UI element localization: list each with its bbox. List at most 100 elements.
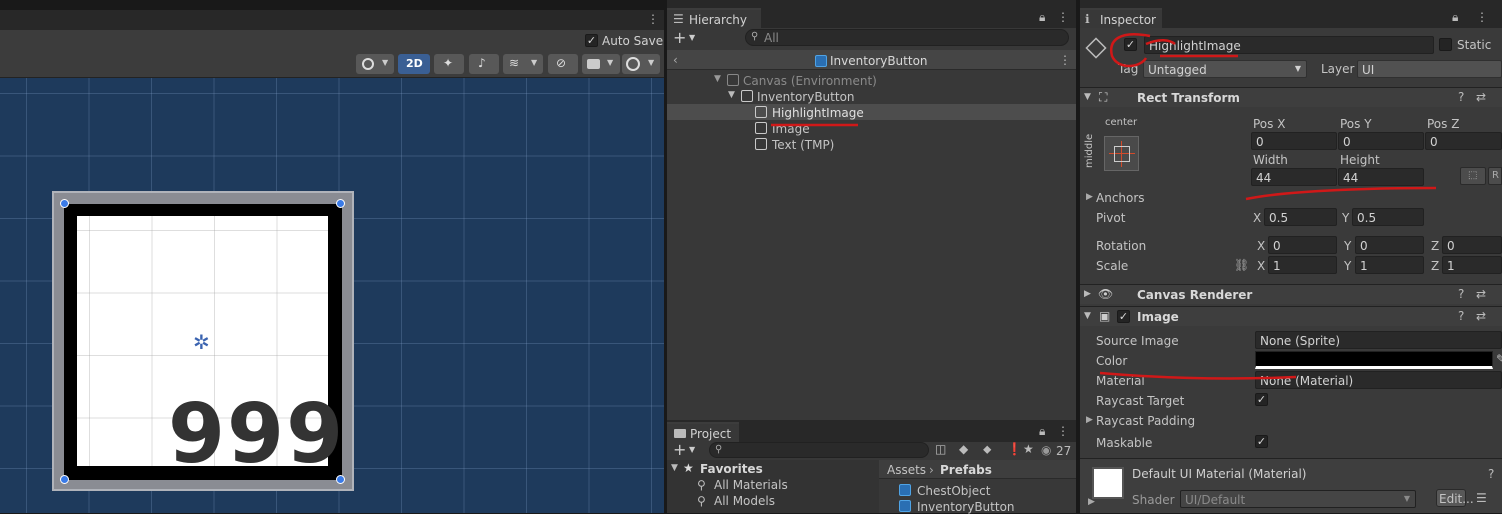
2d-toggle-button[interactable]: 2D [398, 54, 430, 74]
pos-z-field[interactable]: 0 [1425, 132, 1502, 150]
expand-arrow-icon[interactable]: ▶ [1086, 193, 1093, 202]
hierarchy-search-input[interactable]: ⚲ All [745, 29, 1069, 46]
source-image-field[interactable]: None (Sprite) [1255, 331, 1502, 349]
lock-icon[interactable]: 🔒︎ [1039, 425, 1045, 437]
constrain-proportions-icon[interactable]: ⛓ [1234, 259, 1249, 271]
color-swatch[interactable] [1255, 351, 1493, 369]
material-field[interactable]: None (Material) [1255, 371, 1502, 389]
tab-project[interactable]: Project [667, 422, 739, 442]
chevron-down-icon[interactable]: ▼ [689, 446, 695, 454]
camera-button[interactable]: ▼ [582, 54, 620, 74]
star-icon[interactable]: ★ [1023, 443, 1034, 455]
search-by-type-icon[interactable]: ◫ [935, 443, 946, 455]
tree-item-text-tmp[interactable]: Text (TMP) [667, 136, 1076, 152]
shader-dropdown[interactable]: UI/Default ▼ [1180, 490, 1416, 508]
layer-dropdown[interactable]: UI [1357, 60, 1502, 78]
list-icon[interactable]: ☰ [1476, 492, 1487, 504]
preset-icon[interactable]: ⇄ [1476, 288, 1486, 300]
audio-toggle-button[interactable]: ♪ [469, 54, 499, 74]
tree-item-inventorybutton[interactable]: ▼ InventoryButton [667, 88, 1076, 104]
lock-icon[interactable]: 🔒︎ [1452, 11, 1458, 23]
more-icon[interactable]: ⋮ [1057, 425, 1069, 437]
lock-icon[interactable]: 🔒︎ [1039, 11, 1045, 23]
rect-handle-bottom-left[interactable] [60, 475, 69, 484]
eyedropper-icon[interactable]: ✎ [1496, 353, 1502, 365]
add-icon[interactable]: + [673, 30, 686, 46]
blueprint-mode-button[interactable]: ⬚ [1460, 167, 1486, 185]
rect-handle-top-right[interactable] [336, 199, 345, 208]
scale-z-field[interactable]: 1 [1442, 256, 1502, 274]
width-field[interactable]: 44 [1251, 168, 1337, 186]
tag-dropdown[interactable]: Untagged ▼ [1143, 60, 1307, 78]
favorite-item[interactable]: All Models [714, 495, 775, 507]
back-arrow-icon[interactable]: ‹ [673, 54, 678, 66]
search-by-label-icon[interactable]: ◆ [959, 443, 968, 455]
breadcrumb-assets[interactable]: Assets [887, 464, 926, 476]
tree-item-canvas[interactable]: ▼ Canvas (Environment) [667, 72, 1076, 88]
breadcrumb-prefabs[interactable]: Prefabs [940, 464, 992, 476]
scene-visibility-button[interactable]: ⊘ [548, 54, 578, 74]
anchors-label[interactable]: Anchors [1096, 192, 1145, 204]
help-icon[interactable]: ? [1458, 288, 1464, 300]
scale-y-field[interactable]: 1 [1355, 256, 1424, 274]
collapse-arrow-icon[interactable]: ▼ [1084, 93, 1091, 102]
effects-button[interactable]: ≋ ▼ [503, 54, 543, 74]
expand-arrow-icon[interactable]: ▶ [1088, 498, 1095, 507]
visibility-icon[interactable]: ◉ [1041, 444, 1051, 456]
canvas-renderer-header[interactable]: ▶ 👁︎ Canvas Renderer ? ⇄ [1080, 284, 1502, 304]
help-icon[interactable]: ? [1488, 468, 1494, 480]
more-icon[interactable]: ⋮ [647, 13, 659, 25]
active-checkbox[interactable]: ✓ [1124, 38, 1137, 51]
help-icon[interactable]: ? [1458, 310, 1464, 322]
rect-handle-top-left[interactable] [60, 199, 69, 208]
rect-handle-bottom-right[interactable] [336, 475, 345, 484]
tree-item-image[interactable]: Image [667, 120, 1076, 136]
collapse-arrow-icon[interactable]: ▼ [1084, 312, 1091, 321]
pos-x-field[interactable]: 0 [1251, 132, 1337, 150]
expand-arrow-icon[interactable]: ▶ [1084, 290, 1091, 299]
more-icon[interactable]: ⋮ [1057, 11, 1069, 23]
raycast-target-checkbox[interactable]: ✓ [1255, 393, 1268, 406]
static-checkbox[interactable] [1439, 38, 1452, 51]
lighting-toggle-button[interactable]: ✦ [434, 54, 464, 74]
anchor-presets-button[interactable] [1104, 136, 1139, 171]
raycast-padding-label[interactable]: Raycast Padding [1096, 415, 1195, 427]
height-field[interactable]: 44 [1338, 168, 1424, 186]
maskable-checkbox[interactable]: ✓ [1255, 435, 1268, 448]
more-icon[interactable]: ⋮ [1059, 54, 1071, 66]
scene-viewport[interactable]: 999 ✲ [0, 78, 664, 513]
expand-arrow-icon[interactable]: ▶ [1086, 416, 1093, 425]
pos-y-field[interactable]: 0 [1338, 132, 1424, 150]
rotation-z-field[interactable]: 0 [1442, 236, 1502, 254]
expand-arrow-icon[interactable]: ▼ [714, 75, 721, 84]
tree-item-highlightimage[interactable]: HighlightImage [667, 104, 1076, 120]
add-icon[interactable]: + [673, 442, 686, 458]
warning-icon[interactable]: ❗ [1007, 443, 1022, 455]
tag-icon[interactable]: ⬥ [983, 443, 991, 455]
pivot-gizmo-icon[interactable]: ✲ [193, 332, 210, 352]
image-component-header[interactable]: ▼ ▣ ✓ Image ? ⇄ [1080, 306, 1502, 326]
object-name-input[interactable]: HighlightImage [1144, 36, 1434, 54]
expand-arrow-icon[interactable]: ▼ [671, 464, 678, 473]
favorite-item[interactable]: All Materials [714, 479, 788, 491]
image-enabled-checkbox[interactable]: ✓ [1117, 310, 1130, 323]
pivot-x-field[interactable]: 0.5 [1264, 208, 1337, 226]
scale-x-field[interactable]: 1 [1268, 256, 1337, 274]
asset-item-inventorybutton[interactable]: InventoryButton [899, 499, 1059, 513]
shading-mode-button[interactable]: ▼ [356, 54, 394, 74]
more-icon[interactable]: ⋮ [1476, 11, 1488, 23]
preset-icon[interactable]: ⇄ [1476, 310, 1486, 322]
expand-arrow-icon[interactable]: ▼ [728, 91, 735, 100]
tab-hierarchy[interactable]: ☰ Hierarchy [667, 8, 761, 28]
pivot-y-field[interactable]: 0.5 [1352, 208, 1424, 226]
favorites-label[interactable]: Favorites [700, 463, 763, 475]
raw-edit-button[interactable]: R [1488, 167, 1502, 185]
help-icon[interactable]: ? [1458, 91, 1464, 103]
rotation-y-field[interactable]: 0 [1355, 236, 1424, 254]
chevron-down-icon[interactable]: ▼ [689, 34, 695, 42]
preset-icon[interactable]: ⇄ [1476, 91, 1486, 103]
tab-inspector[interactable]: ℹ Inspector [1080, 8, 1162, 28]
asset-item-chestobject[interactable]: ChestObject [899, 483, 1059, 498]
gizmos-button[interactable]: ▼ [622, 54, 660, 74]
project-search-input[interactable]: ⚲ [709, 442, 929, 458]
